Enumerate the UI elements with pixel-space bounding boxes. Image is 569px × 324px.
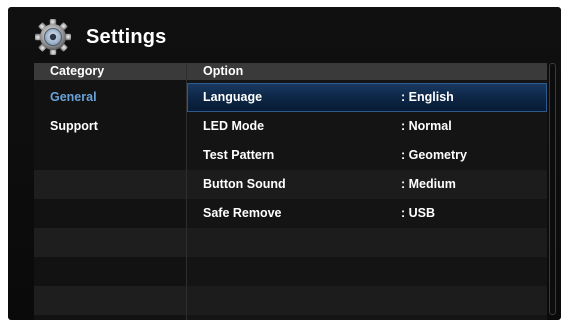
option-value: : USB [401,206,436,220]
option-row-safe-remove[interactable]: Safe Remove : USB [187,199,547,228]
option-name: Safe Remove [203,206,282,220]
option-value: : Normal [401,119,452,133]
option-row-band [187,228,547,257]
option-value: : Medium [401,177,456,191]
gear-icon [35,19,71,55]
category-row-band [34,170,186,199]
option-row-test-pattern[interactable]: Test Pattern : Geometry [187,141,547,170]
option-name: Language [203,90,263,104]
option-row-language[interactable]: Language : English [187,83,547,112]
option-value: : English [401,90,454,104]
scrollbar[interactable] [549,63,556,315]
option-header: Option [187,63,547,80]
settings-table: Category Option General Support Language… [34,63,555,320]
option-value: : Geometry [401,148,467,162]
title-bar: Settings [8,7,561,63]
settings-screen: Settings Category Option General Support… [8,7,561,320]
category-row-band [34,228,186,257]
option-name: LED Mode [203,119,265,133]
option-name: Test Pattern [203,148,275,162]
page-title: Settings [86,26,167,48]
option-row-band [187,286,547,315]
option-row-button-sound[interactable]: Button Sound : Medium [187,170,547,199]
category-header: Category [34,63,186,80]
option-row-led-mode[interactable]: LED Mode : Normal [187,112,547,141]
category-support[interactable]: Support [34,112,186,141]
category-general[interactable]: General [34,83,186,112]
option-name: Button Sound [203,177,286,191]
category-row-band [34,286,186,315]
